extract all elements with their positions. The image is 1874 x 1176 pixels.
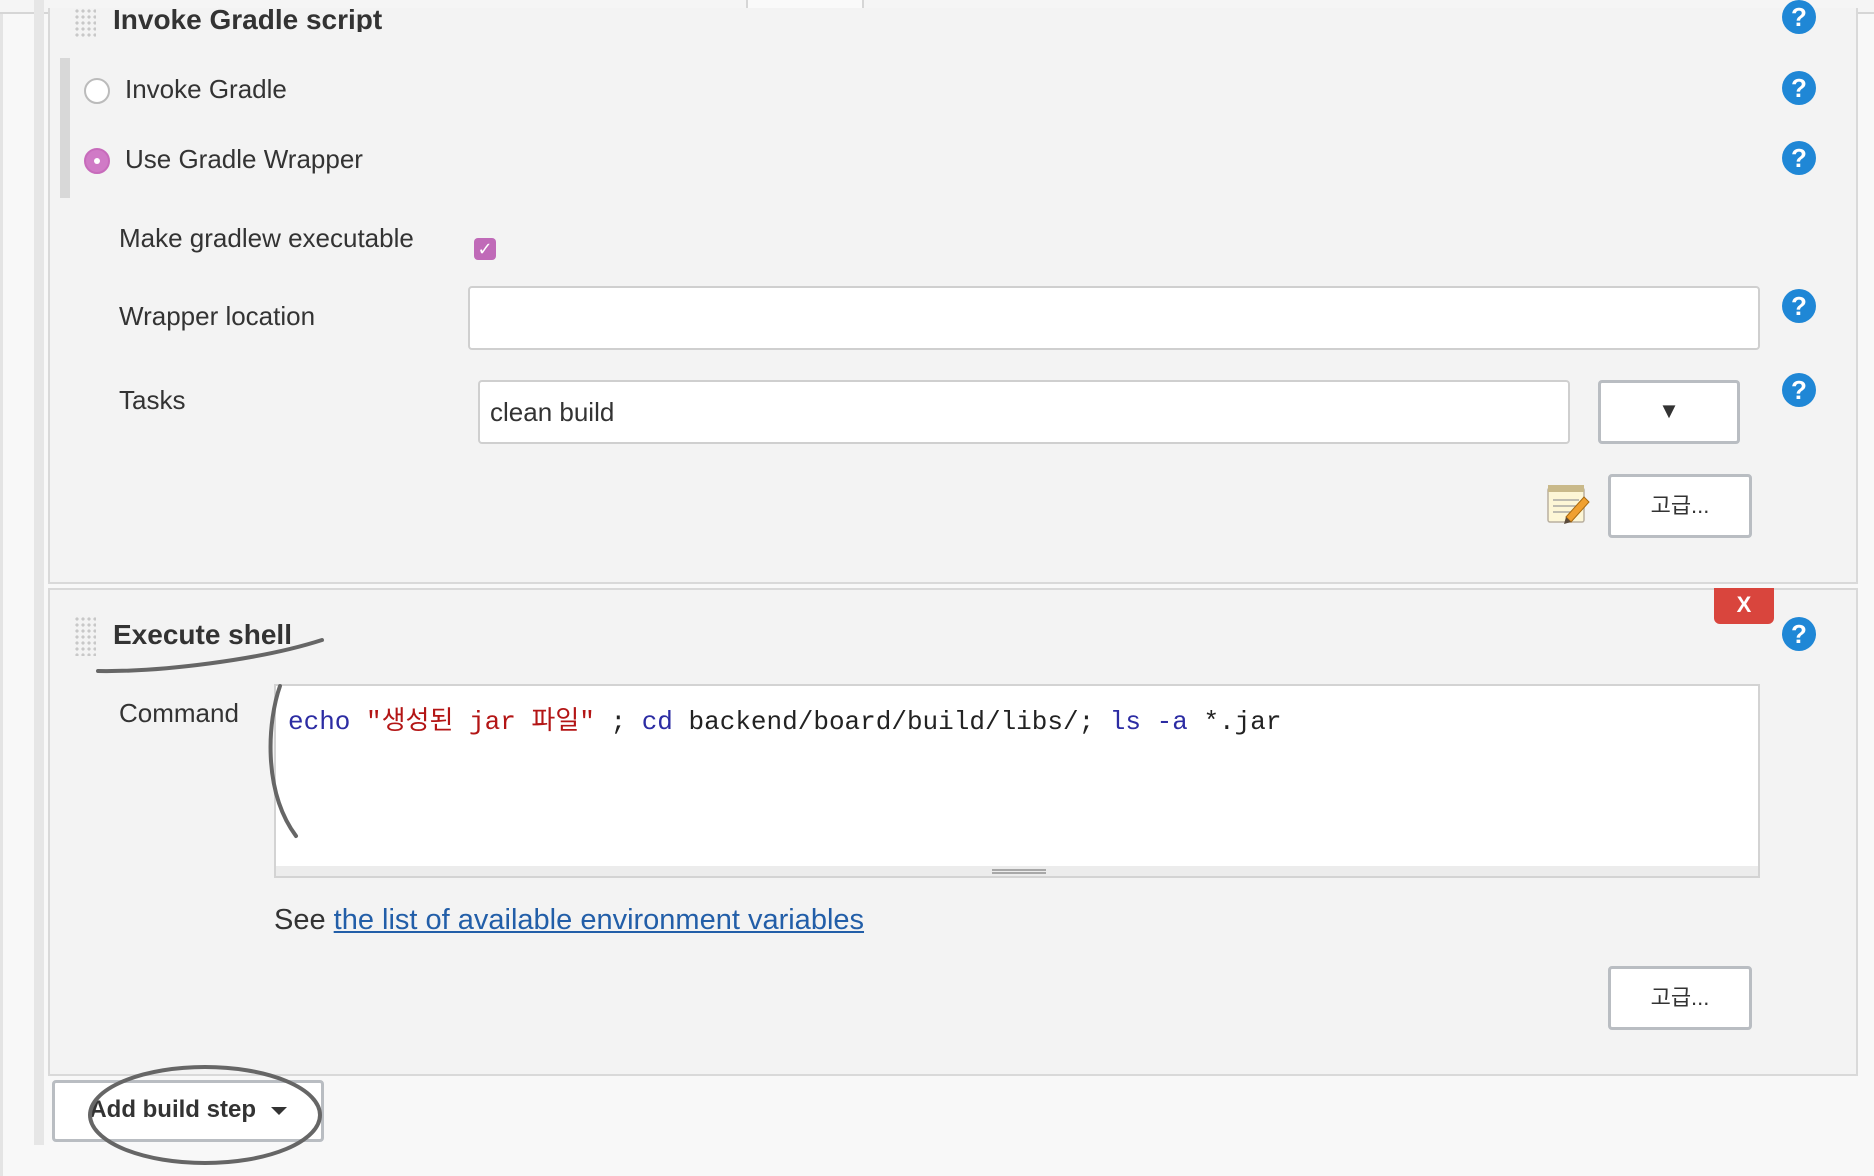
- annotation-circle-stroke: [88, 1065, 322, 1165]
- annotation-bracket-stroke: [268, 684, 298, 838]
- annotation-underline-stroke: [96, 638, 324, 674]
- annotation-overlay: [88, 638, 324, 1165]
